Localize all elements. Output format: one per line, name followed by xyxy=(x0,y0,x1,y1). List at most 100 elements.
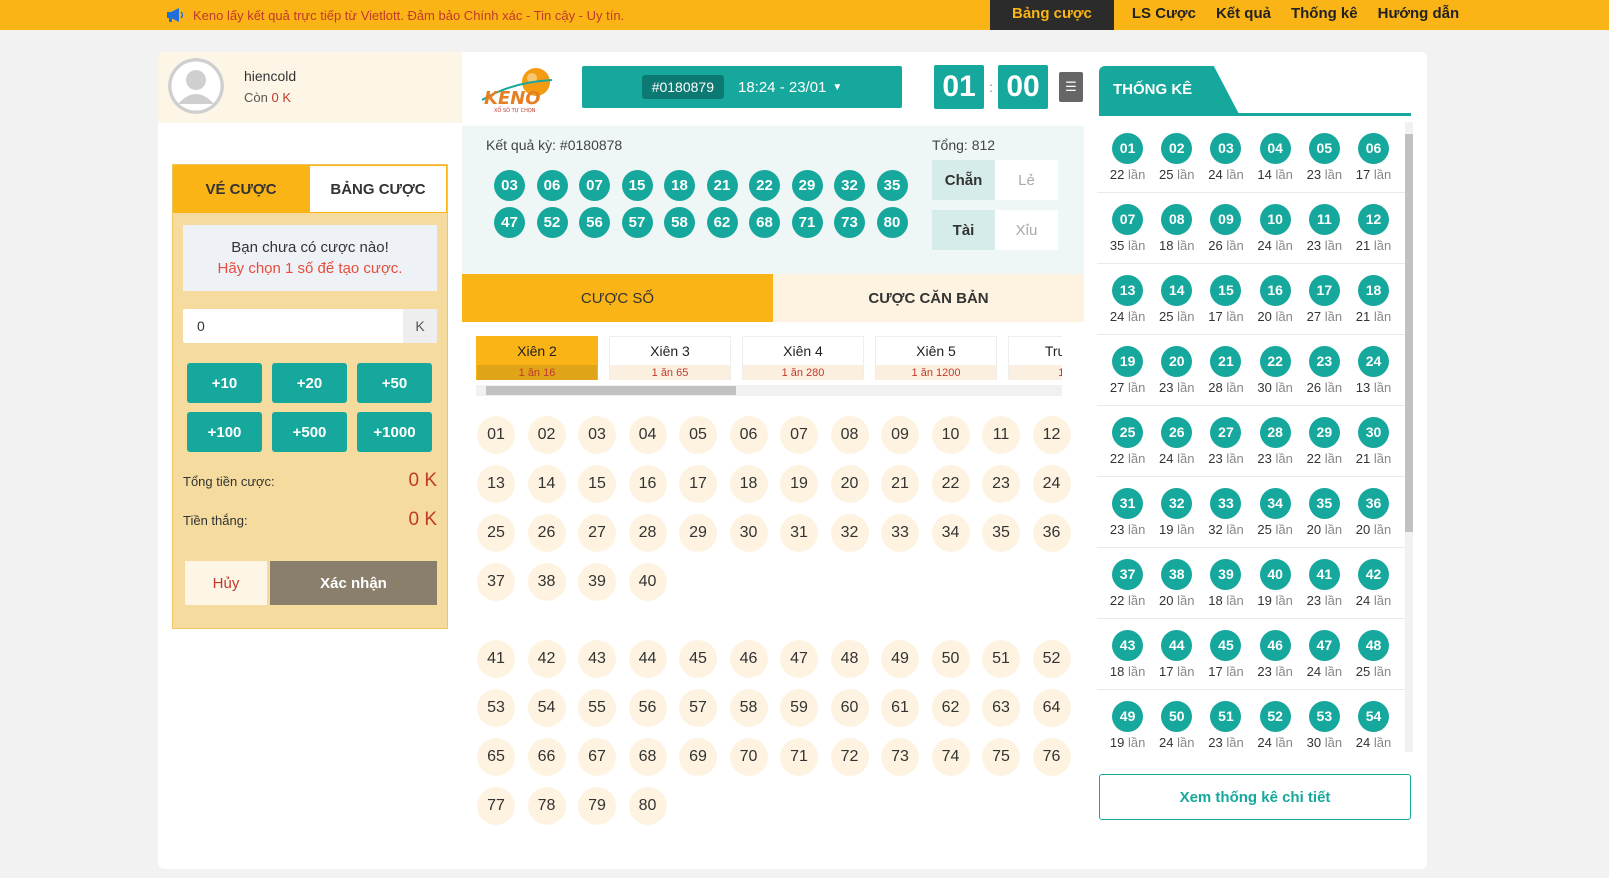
stats-scrollbar[interactable] xyxy=(1405,122,1413,752)
quick-add-100-button[interactable]: +100 xyxy=(187,412,262,452)
bet-type-option[interactable]: Trượt X 1 ăn xyxy=(1008,336,1062,380)
tab-cuoc-so[interactable]: CƯỢC SỐ xyxy=(462,274,773,322)
number-ball-10[interactable]: 10 xyxy=(931,416,970,454)
number-ball-29[interactable]: 29 xyxy=(679,514,717,552)
number-ball-8[interactable]: 08 xyxy=(830,416,869,454)
quick-add-50-button[interactable]: +50 xyxy=(357,363,432,403)
number-ball-43[interactable]: 43 xyxy=(578,640,616,678)
cancel-button[interactable]: Hủy xyxy=(185,561,267,605)
number-ball-7[interactable]: 07 xyxy=(780,416,818,454)
number-ball-9[interactable]: 09 xyxy=(881,416,919,454)
number-ball-47[interactable]: 47 xyxy=(780,640,818,678)
tab-cuoc-can-ban[interactable]: CƯỢC CĂN BẢN xyxy=(773,274,1084,322)
draw-selector[interactable]: #0180879 18:24 - 23/01 ▼ xyxy=(582,66,902,108)
number-ball-45[interactable]: 45 xyxy=(679,640,717,678)
number-ball-35[interactable]: 35 xyxy=(982,514,1020,552)
number-ball-49[interactable]: 49 xyxy=(881,640,919,678)
confirm-button[interactable]: Xác nhận xyxy=(270,561,437,605)
number-ball-30[interactable]: 30 xyxy=(729,514,768,552)
number-ball-46[interactable]: 46 xyxy=(729,640,768,678)
number-ball-27[interactable]: 27 xyxy=(578,514,616,552)
number-ball-48[interactable]: 48 xyxy=(830,640,869,678)
number-ball-26[interactable]: 26 xyxy=(527,514,566,552)
number-ball-20[interactable]: 20 xyxy=(830,465,869,503)
number-ball-5[interactable]: 05 xyxy=(679,416,717,454)
number-ball-54[interactable]: 54 xyxy=(527,689,566,727)
number-ball-71[interactable]: 71 xyxy=(780,738,818,776)
bet-type-option[interactable]: Xiên 3 1 ăn 65 xyxy=(609,336,731,380)
number-ball-6[interactable]: 06 xyxy=(729,416,768,454)
number-ball-42[interactable]: 42 xyxy=(527,640,566,678)
number-ball-60[interactable]: 60 xyxy=(830,689,869,727)
nav-ls-cuoc[interactable]: LS Cược xyxy=(1122,0,1206,30)
number-ball-23[interactable]: 23 xyxy=(982,465,1020,503)
number-ball-39[interactable]: 39 xyxy=(578,563,616,601)
number-ball-3[interactable]: 03 xyxy=(578,416,616,454)
bet-type-option[interactable]: Xiên 2 1 ăn 16 xyxy=(476,336,598,380)
number-ball-24[interactable]: 24 xyxy=(1032,465,1071,503)
number-ball-61[interactable]: 61 xyxy=(881,689,919,727)
number-ball-25[interactable]: 25 xyxy=(477,514,515,552)
number-ball-65[interactable]: 65 xyxy=(477,738,515,776)
number-ball-34[interactable]: 34 xyxy=(931,514,970,552)
number-ball-1[interactable]: 01 xyxy=(477,416,515,454)
number-ball-17[interactable]: 17 xyxy=(679,465,717,503)
number-ball-37[interactable]: 37 xyxy=(477,563,515,601)
number-ball-40[interactable]: 40 xyxy=(628,563,667,601)
number-ball-58[interactable]: 58 xyxy=(729,689,768,727)
quick-add-10-button[interactable]: +10 xyxy=(187,363,262,403)
number-ball-36[interactable]: 36 xyxy=(1032,514,1071,552)
number-ball-19[interactable]: 19 xyxy=(780,465,818,503)
quick-add-1000-button[interactable]: +1000 xyxy=(357,412,432,452)
number-ball-51[interactable]: 51 xyxy=(982,640,1020,678)
number-ball-79[interactable]: 79 xyxy=(578,787,616,825)
quick-add-500-button[interactable]: +500 xyxy=(272,412,347,452)
number-ball-53[interactable]: 53 xyxy=(477,689,515,727)
number-ball-52[interactable]: 52 xyxy=(1032,640,1071,678)
number-ball-15[interactable]: 15 xyxy=(578,465,616,503)
number-ball-63[interactable]: 63 xyxy=(982,689,1020,727)
number-ball-32[interactable]: 32 xyxy=(830,514,869,552)
number-ball-69[interactable]: 69 xyxy=(679,738,717,776)
number-ball-11[interactable]: 11 xyxy=(982,416,1020,454)
number-ball-67[interactable]: 67 xyxy=(578,738,616,776)
number-ball-21[interactable]: 21 xyxy=(881,465,919,503)
number-ball-74[interactable]: 74 xyxy=(931,738,970,776)
number-ball-62[interactable]: 62 xyxy=(931,689,970,727)
bet-type-scrollbar[interactable] xyxy=(476,385,1062,396)
number-ball-73[interactable]: 73 xyxy=(881,738,919,776)
bet-type-option[interactable]: Xiên 4 1 ăn 280 xyxy=(742,336,864,380)
number-ball-80[interactable]: 80 xyxy=(628,787,667,825)
number-ball-77[interactable]: 77 xyxy=(477,787,515,825)
number-ball-16[interactable]: 16 xyxy=(628,465,667,503)
nav-thong-ke[interactable]: Thống kê xyxy=(1281,0,1368,30)
tab-bang-cuoc[interactable]: BẢNG CƯỢC xyxy=(309,165,447,213)
number-ball-57[interactable]: 57 xyxy=(679,689,717,727)
number-ball-78[interactable]: 78 xyxy=(527,787,566,825)
number-ball-41[interactable]: 41 xyxy=(477,640,515,678)
tab-ve-cuoc[interactable]: VÉ CƯỢC xyxy=(173,165,309,213)
number-ball-22[interactable]: 22 xyxy=(931,465,970,503)
nav-ket-qua[interactable]: Kết quả xyxy=(1206,0,1281,30)
number-ball-76[interactable]: 76 xyxy=(1032,738,1071,776)
number-ball-56[interactable]: 56 xyxy=(628,689,667,727)
bet-type-option[interactable]: Xiên 5 1 ăn 1200 xyxy=(875,336,997,380)
number-ball-75[interactable]: 75 xyxy=(982,738,1020,776)
number-ball-38[interactable]: 38 xyxy=(527,563,566,601)
number-ball-44[interactable]: 44 xyxy=(628,640,667,678)
number-ball-28[interactable]: 28 xyxy=(628,514,667,552)
nav-huong-dan[interactable]: Hướng dẫn xyxy=(1368,0,1470,30)
number-ball-12[interactable]: 12 xyxy=(1032,416,1071,454)
amount-input[interactable]: 0 xyxy=(183,309,403,343)
menu-toggle-icon[interactable]: ☰ xyxy=(1059,72,1083,102)
number-ball-4[interactable]: 04 xyxy=(628,416,667,454)
number-ball-18[interactable]: 18 xyxy=(729,465,768,503)
number-ball-13[interactable]: 13 xyxy=(477,465,515,503)
nav-bang-cuoc[interactable]: Bảng cược xyxy=(990,0,1114,30)
number-ball-68[interactable]: 68 xyxy=(628,738,667,776)
number-ball-59[interactable]: 59 xyxy=(780,689,818,727)
number-ball-55[interactable]: 55 xyxy=(578,689,616,727)
number-ball-2[interactable]: 02 xyxy=(527,416,566,454)
number-ball-50[interactable]: 50 xyxy=(931,640,970,678)
quick-add-20-button[interactable]: +20 xyxy=(272,363,347,403)
